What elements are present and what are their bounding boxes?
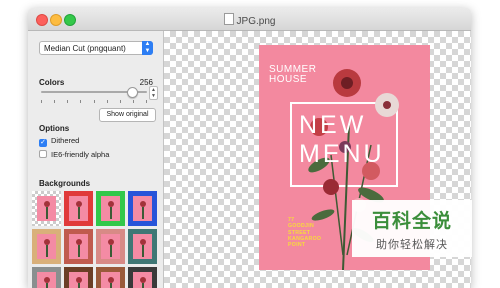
watermark: 百科全说 助你轻松解决 — [352, 200, 472, 257]
ie6-alpha-option[interactable]: IE6-friendly alpha — [39, 150, 109, 160]
swatch-preview — [133, 234, 152, 259]
swatch-preview-flower — [76, 239, 82, 245]
swatch-preview-flower — [140, 239, 146, 245]
background-swatch[interactable] — [96, 191, 125, 226]
swatch-preview — [101, 272, 120, 288]
poster-headline: NEW MENU — [299, 111, 399, 169]
ie6-alpha-checkbox[interactable] — [39, 150, 47, 158]
dithered-label: Dithered — [51, 136, 80, 145]
algorithm-select-value: Median Cut (pngquant) — [44, 44, 126, 53]
colors-slider-knob[interactable] — [127, 87, 139, 98]
swatch-preview-stem — [78, 207, 80, 219]
background-swatch[interactable] — [128, 267, 157, 288]
swatch-preview-stem — [46, 245, 48, 257]
swatch-preview-stem — [110, 283, 112, 288]
window-title-text: JPG.png — [236, 16, 276, 27]
background-swatch[interactable] — [128, 229, 157, 264]
options-heading: Options — [39, 124, 70, 133]
swatch-preview — [101, 234, 120, 259]
swatch-preview-stem — [142, 283, 144, 288]
background-swatch[interactable] — [32, 191, 61, 226]
swatch-preview-stem — [110, 245, 112, 257]
swatch-preview-stem — [46, 283, 48, 288]
swatch-preview — [133, 196, 152, 221]
swatch-preview-flower — [44, 239, 50, 245]
swatch-preview-flower — [140, 277, 146, 283]
swatch-preview-flower — [76, 277, 82, 283]
swatch-preview-flower — [44, 201, 50, 207]
swatch-preview-flower — [108, 239, 114, 245]
swatch-preview — [101, 196, 120, 221]
backgrounds-heading: Backgrounds — [39, 179, 91, 188]
background-swatch[interactable] — [64, 191, 93, 226]
background-swatch[interactable] — [32, 229, 61, 264]
poster-headline-line2: MENU — [299, 140, 385, 168]
document-icon — [223, 13, 234, 25]
background-swatch[interactable] — [64, 267, 93, 288]
colors-stepper[interactable]: ▲ ▼ — [149, 86, 158, 100]
poster-headline-line1: NEW — [299, 111, 367, 139]
swatch-preview — [69, 234, 88, 259]
watermark-main: 百科全说 — [371, 211, 452, 232]
background-swatch[interactable] — [96, 229, 125, 264]
swatch-preview-flower — [108, 277, 114, 283]
colors-heading: Colors — [39, 78, 65, 87]
swatch-preview — [69, 196, 88, 221]
swatch-preview-flower — [44, 277, 50, 283]
swatch-preview-flower — [140, 201, 146, 207]
show-original-button[interactable]: Show original — [99, 108, 156, 122]
swatch-preview-stem — [142, 245, 144, 257]
swatch-preview-flower — [76, 201, 82, 207]
swatch-preview-stem — [46, 207, 48, 219]
swatch-preview — [69, 272, 88, 288]
swatch-preview-flower — [108, 201, 114, 207]
backgrounds-grid — [32, 191, 162, 288]
title-bar: JPG.png — [28, 8, 471, 31]
algorithm-select[interactable]: Median Cut (pngquant) ▲ ▼ — [39, 41, 153, 55]
swatch-preview — [133, 272, 152, 288]
swatch-preview — [37, 272, 56, 288]
dithered-option[interactable]: ✓ Dithered — [39, 136, 80, 147]
sidebar: Median Cut (pngquant) ▲ ▼ Colors 256 ▲ ▼ S… — [28, 31, 164, 288]
swatch-preview-stem — [78, 283, 80, 288]
swatch-preview — [37, 234, 56, 259]
background-swatch[interactable] — [96, 267, 125, 288]
swatch-preview — [37, 196, 56, 221]
ie6-alpha-label: IE6-friendly alpha — [51, 150, 110, 159]
colors-slider-ticks — [41, 100, 147, 103]
poster-address-line: POINT — [288, 242, 306, 249]
dithered-checkbox[interactable]: ✓ — [39, 139, 47, 147]
swatch-preview-stem — [142, 207, 144, 219]
swatch-preview-stem — [78, 245, 80, 257]
swatch-preview-stem — [110, 207, 112, 219]
watermark-sub: 助你轻松解决 — [376, 239, 448, 251]
window-title: JPG.png — [28, 13, 471, 27]
background-swatch[interactable] — [32, 267, 61, 288]
chevron-updown-icon: ▲ ▼ — [142, 41, 153, 55]
background-swatch[interactable] — [64, 229, 93, 264]
background-swatch[interactable] — [128, 191, 157, 226]
poster-address: 77 GOODJIN STREET KANGAROO POINT — [288, 217, 321, 248]
